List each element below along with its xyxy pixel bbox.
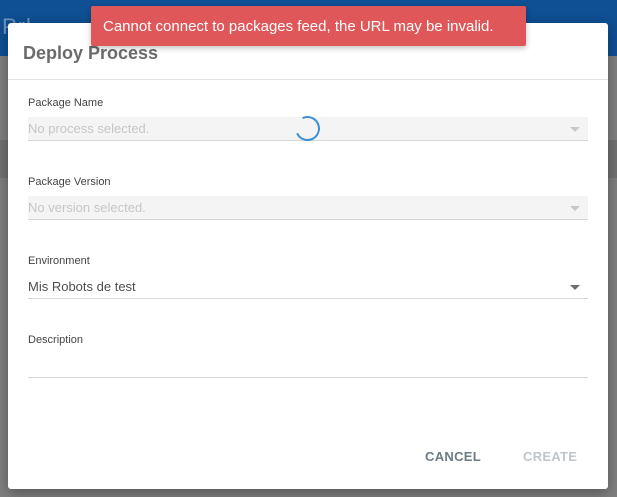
package-version-select[interactable]: No version selected. (28, 196, 588, 220)
package-version-value: No version selected. (28, 200, 146, 215)
dialog-divider (8, 79, 608, 80)
error-toast[interactable]: Cannot connect to packages feed, the URL… (91, 6, 526, 46)
environment-label: Environment (28, 255, 90, 267)
package-version-label: Package Version (28, 176, 111, 188)
package-name-label: Package Name (28, 97, 104, 109)
package-name-value: No process selected. (28, 121, 150, 136)
cancel-button[interactable]: CANCEL (425, 449, 481, 464)
environment-select[interactable]: Mis Robots de test (28, 275, 588, 299)
description-input[interactable] (28, 377, 588, 378)
description-label: Description (28, 334, 84, 346)
environment-value: Mis Robots de test (28, 279, 136, 294)
create-button[interactable]: CREATE (523, 449, 577, 464)
dialog-title: Deploy Process (23, 43, 159, 63)
chevron-down-icon (570, 127, 580, 132)
deploy-process-dialog: Deploy Process Package Name No process s… (8, 23, 608, 489)
chevron-down-icon (570, 206, 580, 211)
chevron-down-icon (570, 285, 580, 290)
error-toast-message: Cannot connect to packages feed, the URL… (103, 18, 494, 35)
